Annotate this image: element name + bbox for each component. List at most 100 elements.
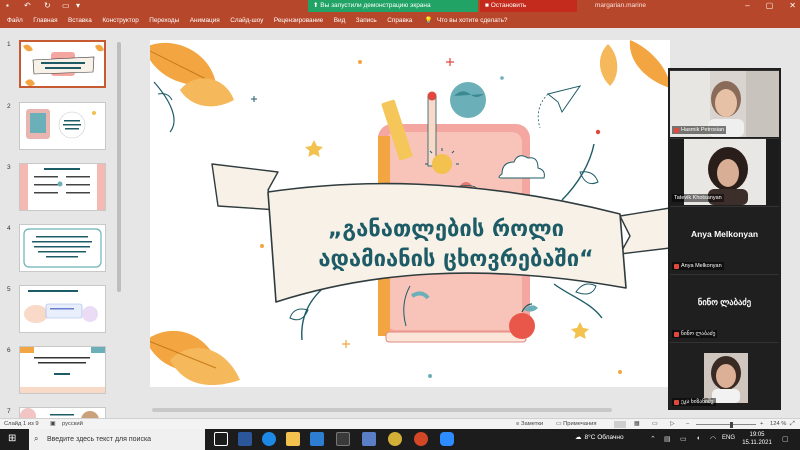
- participant-display-name: Anya Melkonyan: [690, 229, 759, 239]
- save-icon[interactable]: ▪: [6, 1, 9, 11]
- store-icon[interactable]: [310, 432, 324, 446]
- participant-tile[interactable]: ეკა ხიზანიშვ: [670, 342, 779, 409]
- account-name[interactable]: margarian.marine: [595, 1, 646, 11]
- reading-view-icon[interactable]: ▭: [652, 421, 657, 427]
- notifications-icon[interactable]: ▢: [782, 435, 789, 443]
- task-view-icon[interactable]: [214, 432, 228, 446]
- tab-animations[interactable]: Анимация: [190, 17, 220, 24]
- powerpoint-icon[interactable]: [414, 432, 428, 446]
- comments-label: Примечания: [563, 421, 597, 427]
- tell-me-label: Что вы хотите сделать?: [436, 16, 508, 24]
- screen-share-status: ⬆ Вы запустили демонстрацию экрана: [308, 0, 478, 12]
- tab-slideshow[interactable]: Слайд-шоу: [230, 17, 263, 24]
- maximize-icon[interactable]: ▢: [766, 0, 774, 12]
- participant-tile[interactable]: Hasmik Petrosian: [670, 70, 779, 137]
- zoom-out-icon[interactable]: –: [686, 421, 689, 427]
- app-icon[interactable]: [362, 432, 376, 446]
- participant-tile[interactable]: Anya Melkonyan Anya Melkonyan: [670, 206, 779, 272]
- participant-tile[interactable]: ნინო ლაბაძე ნინო ლაბაძე: [670, 274, 779, 340]
- participant-name-tag: Tatevik Khotsanyan: [672, 194, 724, 202]
- windows-taskbar: ⊞ ⌕ Введите здесь текст для поиска ☁ 8°C…: [0, 429, 800, 450]
- participants-video-panel: Hasmik Petrosian Tatevik Khotsanyan Anya…: [668, 68, 781, 410]
- slide-number: 3: [7, 164, 11, 171]
- battery-icon[interactable]: ▭: [680, 435, 687, 443]
- tab-insert[interactable]: Вставка: [68, 17, 92, 24]
- share-status-label: Вы запустили демонстрацию экрана: [320, 2, 431, 9]
- participant-name-tag: Anya Melkonyan: [672, 262, 724, 270]
- redo-icon[interactable]: ↻: [44, 1, 51, 11]
- notes-button[interactable]: ≡ Заметки: [516, 421, 543, 427]
- slide-thumbnail-panel: 1 2 3 4 5 6 7: [0, 32, 125, 418]
- tab-transitions[interactable]: Переходы: [149, 17, 179, 24]
- normal-view-icon[interactable]: [614, 421, 626, 428]
- status-bar: Слайд 1 из 9 ▣ русский ≡ Заметки ▭ Приме…: [0, 418, 800, 429]
- current-slide[interactable]: „განათლების როლი ადამიანის ცხოვრებაში“: [150, 40, 670, 387]
- input-language[interactable]: ENG: [722, 435, 735, 441]
- mic-muted-icon: [674, 127, 679, 133]
- customize-toolbar-icon[interactable]: ▾: [76, 1, 80, 11]
- wifi-icon[interactable]: ◠: [710, 435, 716, 443]
- horizontal-scroll-thumb[interactable]: [152, 408, 612, 412]
- tab-file[interactable]: Файл: [7, 17, 23, 24]
- undo-icon[interactable]: ↶: [24, 1, 31, 11]
- language-indicator[interactable]: русский: [62, 421, 83, 427]
- notes-label: Заметки: [521, 421, 544, 427]
- zoom-slider[interactable]: [696, 424, 756, 425]
- slide-counter: Слайд 1 из 9: [4, 421, 39, 427]
- weather-widget[interactable]: ☁ 8°C Облачно: [575, 433, 624, 442]
- tray-overflow-icon[interactable]: ⌃: [650, 435, 656, 443]
- slide-title-line-2[interactable]: ადამიანის ცხოვრებაში“: [318, 247, 593, 272]
- slide-preview: [19, 163, 106, 211]
- slide-number: 7: [7, 408, 11, 415]
- chrome-icon[interactable]: [388, 432, 402, 446]
- weather-text: 8°C Облачно: [584, 433, 624, 441]
- sorter-view-icon[interactable]: ▦: [634, 421, 639, 427]
- slideshow-view-icon[interactable]: ▷: [670, 421, 674, 427]
- tab-help[interactable]: Справка: [387, 17, 412, 24]
- mic-muted-icon: [674, 331, 679, 337]
- taskbar-clock[interactable]: 19:05 15.11.2021: [740, 431, 774, 447]
- search-icon: ⌕: [34, 434, 39, 443]
- spellcheck-icon[interactable]: ▣: [50, 421, 55, 427]
- tab-record[interactable]: Запись: [356, 17, 377, 24]
- close-icon[interactable]: ✕: [789, 0, 796, 12]
- participant-name-tag: Hasmik Petrosian: [672, 126, 727, 134]
- participant-tile[interactable]: Tatevik Khotsanyan: [670, 138, 779, 205]
- comments-button[interactable]: ▭ Примечания: [556, 421, 597, 427]
- zoom-slider-handle[interactable]: [730, 422, 733, 428]
- tab-review[interactable]: Рецензирование: [274, 17, 323, 24]
- lightbulb-icon: 💡: [424, 17, 433, 24]
- title-bar: ▪ ↶ ↻ ▭ ▾ ⬆ Вы запустили демонстрацию эк…: [0, 0, 800, 21]
- word-icon[interactable]: [238, 432, 252, 446]
- edge-icon[interactable]: [262, 432, 276, 446]
- tab-design[interactable]: Конструктор: [102, 17, 138, 24]
- zoom-level[interactable]: 124 %: [770, 421, 786, 427]
- slide-number: 5: [7, 286, 11, 293]
- file-explorer-icon[interactable]: [286, 432, 300, 446]
- network-icon[interactable]: ▤: [664, 435, 671, 443]
- participant-name-tag: ნინო ლაბაძე: [672, 330, 718, 338]
- windows-start-icon[interactable]: ⊞: [8, 433, 16, 444]
- stop-share-button[interactable]: ■ Остановить демонстрацию: [480, 0, 577, 21]
- slide-number: 4: [7, 225, 11, 232]
- zoom-icon[interactable]: [440, 432, 454, 446]
- participant-name-tag: ეკა ხიზანიშვ: [672, 398, 716, 406]
- horizontal-scrollbar[interactable]: [128, 405, 668, 415]
- volume-icon[interactable]: ◖: [696, 435, 700, 442]
- mail-icon[interactable]: [336, 432, 350, 446]
- tab-view[interactable]: Вид: [334, 17, 346, 24]
- mic-muted-icon: [674, 399, 679, 405]
- taskbar-search-box[interactable]: ⌕ Введите здесь текст для поиска: [29, 429, 205, 450]
- slide-title-line-1[interactable]: „განათლების როლი: [328, 217, 564, 242]
- slide-preview: [19, 285, 106, 333]
- mic-muted-icon: [674, 263, 679, 269]
- present-icon[interactable]: ▭: [62, 1, 70, 11]
- thumbnail-scroll-thumb[interactable]: [117, 42, 121, 292]
- minimize-icon[interactable]: –: [745, 0, 749, 12]
- fit-slide-icon[interactable]: ⤢: [790, 421, 795, 428]
- tab-home[interactable]: Главная: [33, 17, 57, 24]
- tell-me-search[interactable]: 💡 Что вы хотите сделать?: [424, 16, 508, 25]
- slide-number: 6: [7, 347, 11, 354]
- zoom-in-icon[interactable]: +: [760, 421, 763, 427]
- slide-preview: [19, 346, 106, 394]
